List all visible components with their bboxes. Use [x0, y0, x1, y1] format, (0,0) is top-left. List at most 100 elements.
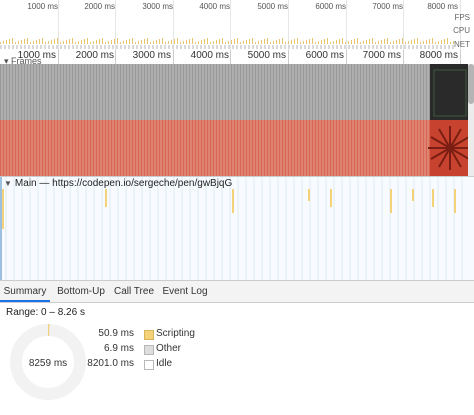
cpu-bar: [9, 39, 10, 44]
cpu-bar: [402, 38, 403, 44]
cpu-bar: [276, 40, 277, 44]
cpu-bar: [114, 39, 115, 44]
cpu-bar: [378, 41, 379, 44]
cpu-bar: [243, 41, 244, 44]
cpu-bar: [180, 42, 181, 44]
cpu-bar: [354, 39, 355, 44]
cpu-bar: [405, 42, 406, 44]
cpu-bar: [39, 39, 40, 44]
main-thread-track[interactable]: [0, 176, 474, 281]
tab-call-tree[interactable]: Call Tree: [112, 281, 156, 302]
cpu-bar: [366, 40, 367, 44]
cpu-bar: [327, 38, 328, 44]
cpu-bar: [348, 41, 349, 44]
cpu-bar: [207, 38, 208, 44]
frame-thumbnail-top: [430, 64, 470, 120]
cpu-bar: [300, 42, 301, 44]
cpu-bar: [84, 39, 85, 44]
cpu-bar: [150, 42, 151, 44]
cpu-bar: [306, 40, 307, 44]
cpu-bar: [279, 39, 280, 44]
cpu-bar: [210, 42, 211, 44]
cpu-bar: [12, 38, 13, 44]
overview-tick-label: 3000 ms: [142, 2, 173, 11]
cpu-bar: [60, 42, 61, 44]
legend-label: Other: [156, 343, 182, 354]
cpu-bar: [324, 39, 325, 44]
tab-summary[interactable]: Summary: [0, 281, 50, 302]
cpu-bar: [27, 38, 28, 44]
cpu-bar: [342, 38, 343, 44]
overview-tick-label: 5000 ms: [257, 2, 288, 11]
tab-event-log[interactable]: Event Log: [160, 281, 210, 302]
cpu-bar: [102, 38, 103, 44]
cpu-bar: [99, 39, 100, 44]
scrollbar-thumb[interactable]: [468, 64, 474, 104]
cpu-bar: [396, 40, 397, 44]
scripting-event: [390, 189, 392, 213]
cpu-bar: [387, 38, 388, 44]
cpu-bar: [447, 38, 448, 44]
frames-track[interactable]: [0, 64, 470, 176]
cpu-bar: [264, 39, 265, 44]
legend-label: Scripting: [156, 328, 195, 339]
total-time-label: 8259 ms: [29, 358, 67, 369]
timeline-ruler[interactable]: 1000 ms 2000 ms 3000 ms 4000 ms 5000 ms …: [0, 50, 474, 65]
cpu-bar: [261, 40, 262, 44]
cpu-bar: [105, 42, 106, 44]
cpu-bar: [57, 38, 58, 44]
legend-row-other: 6.9 ms Other: [70, 343, 300, 357]
cpu-bar: [111, 40, 112, 44]
cpu-bar: [450, 42, 451, 44]
overview-tick-label: 8000 ms: [427, 2, 458, 11]
cpu-activity-graph: [0, 38, 454, 44]
cpu-bar: [147, 38, 148, 44]
cpu-bar: [36, 40, 37, 44]
cpu-bar: [123, 41, 124, 44]
cpu-bar: [108, 41, 109, 44]
cpu-bar: [255, 42, 256, 44]
cpu-bar: [30, 42, 31, 44]
cpu-bar: [54, 39, 55, 44]
cpu-bar: [336, 40, 337, 44]
cpu-bar: [192, 38, 193, 44]
cpu-bar: [372, 38, 373, 44]
cpu-bar: [138, 41, 139, 44]
cpu-bar: [18, 41, 19, 44]
cpu-bar: [375, 42, 376, 44]
overview-pane[interactable]: 1000 ms 2000 ms 3000 ms 4000 ms 5000 ms …: [0, 0, 474, 51]
overview-tick-label: 2000 ms: [84, 2, 115, 11]
collapse-triangle-icon: ▼: [4, 179, 12, 188]
tab-bottom-up[interactable]: Bottom-Up: [54, 281, 108, 302]
cpu-bar: [432, 38, 433, 44]
vertical-scrollbar[interactable]: [468, 64, 474, 176]
cpu-bar: [168, 41, 169, 44]
cpu-bar: [42, 38, 43, 44]
cpu-bar: [93, 41, 94, 44]
details-tab-bar: Summary Bottom-Up Call Tree Event Log: [0, 280, 474, 303]
legend-value: 8201.0 ms: [87, 358, 134, 369]
legend-row-idle: 8201.0 ms Idle: [70, 358, 300, 372]
cpu-bar: [201, 40, 202, 44]
scripting-event: [330, 189, 332, 207]
cpu-bar: [162, 38, 163, 44]
cpu-bar: [321, 40, 322, 44]
cpu-bar: [417, 38, 418, 44]
cpu-bar: [66, 40, 67, 44]
main-thread-header[interactable]: ▼ Main — https://codepen.io/sergeche/pen/…: [0, 178, 232, 189]
cpu-bar: [252, 38, 253, 44]
cpu-bar: [72, 38, 73, 44]
ruler-gridline: [460, 50, 461, 64]
cpu-track-label: CPU: [453, 26, 470, 35]
cpu-bar: [390, 42, 391, 44]
ruler-tick-label: 5000 ms: [247, 50, 286, 61]
ruler-tick-label: 8000 ms: [419, 50, 458, 61]
cpu-bar: [408, 41, 409, 44]
fps-track-label: FPS: [454, 13, 470, 22]
cpu-bar: [21, 40, 22, 44]
cpu-bar: [270, 42, 271, 44]
cpu-bar: [156, 40, 157, 44]
cpu-bar: [126, 40, 127, 44]
scripting-event: [2, 189, 4, 229]
legend-value: 50.9 ms: [98, 328, 134, 339]
